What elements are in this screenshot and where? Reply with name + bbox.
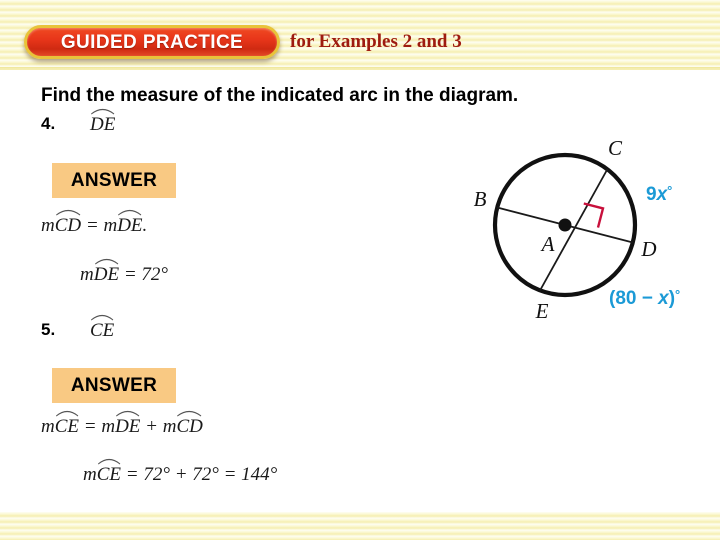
arc-letters: CE [54,416,80,437]
bottom-decorative-band [0,512,720,540]
value-2: 72° [141,264,168,285]
equals-1: = [81,215,104,236]
arc-letters: CD [54,215,82,236]
arc-over-de-2: DE [93,258,120,286]
instruction-text: Find the measure of the indicated arc in… [41,85,519,106]
equals-2: = [119,264,142,285]
equals-3: = [79,416,102,437]
answer-box-5: ANSWER [52,368,176,403]
answer-label-5: ANSWER [70,374,158,396]
arc-curve-icon [97,458,120,465]
label-point-b: B [474,187,487,211]
upper-degree: ° [667,183,672,198]
arc-letters: CE [96,464,122,485]
question-5-arc-term: CE [90,314,115,342]
label-arc-upper: 9x° [646,183,672,205]
m-prefix-5: m [101,416,116,437]
slide-canvas: GUIDED PRACTICE for Examples 2 and 3 Fin… [0,0,720,540]
question-4-arc-term: DE [90,108,116,136]
arc-over-de-1: DE [117,209,143,237]
arc-over-cd-2: CD [176,410,203,438]
label-point-c: C [608,136,623,160]
circle-diagram: A B C D E 9x° (80 − x)° [452,118,720,336]
solution-5-line-1: m CE = m DE + m CD [41,410,203,438]
arc-letters: CE [90,320,115,341]
arc-over-cd-1: CD [54,209,82,237]
answer-box-4: ANSWER [52,163,176,198]
arc-curve-icon [55,209,80,216]
equals-4: = [121,464,144,485]
question-4-number: 4. [41,114,56,133]
label-point-d: D [640,237,656,261]
label-point-e: E [535,299,549,323]
lower-open: (80 − [609,288,658,309]
arc-curve-icon [177,410,202,417]
arc-over-ce: CE [90,314,115,342]
solution-4-line-2: m DE = 72° [80,258,168,286]
question-5-number: 5. [41,320,56,339]
for-examples-label: for Examples 2 and 3 [290,31,462,52]
arc-over-de: DE [90,108,116,136]
m-prefix-7: m [83,464,97,485]
arc-letters: DE [117,215,143,236]
arc-letters: DE [115,416,141,437]
m-prefix-6: m [162,416,177,437]
arc-curve-icon [55,410,78,417]
arc-letters: DE [90,114,116,135]
solution-4-line-1: m CD = m DE. [41,209,148,237]
plus-1: + [140,416,163,437]
period-1: . [142,215,148,236]
center-point-dot [558,218,572,232]
arc-letters: DE [93,264,120,285]
arc-curve-icon [116,410,140,417]
m-prefix-4: m [41,416,55,437]
solution-5-line-2: m CE = 72° + 72° = 144° [83,458,278,486]
lower-degree: ° [675,287,680,302]
guided-practice-label: GUIDED PRACTICE [60,31,244,53]
m-prefix-3: m [80,264,94,285]
upper-coefficient: 9 [646,184,657,205]
circle-diagram-svg: A B C D E 9x° (80 − x)° [474,136,681,323]
arc-curve-icon [94,258,118,265]
label-point-a: A [540,232,555,256]
answer-label-4: ANSWER [70,169,158,191]
arc-curve-icon [91,108,115,115]
m-prefix-1: m [41,215,55,236]
arc-over-de-3: DE [115,410,141,438]
arc-curve-icon [91,314,114,321]
guided-practice-badge: GUIDED PRACTICE [24,25,280,59]
arc-curve-icon [118,209,142,216]
arc-over-ce-1: CE [54,410,80,438]
value-4: 72° + 72° = 144° [143,464,278,485]
arc-over-ce-2: CE [96,458,122,486]
m-prefix-2: m [103,215,118,236]
arc-letters: CD [176,416,203,437]
label-arc-lower: (80 − x)° [609,287,680,309]
